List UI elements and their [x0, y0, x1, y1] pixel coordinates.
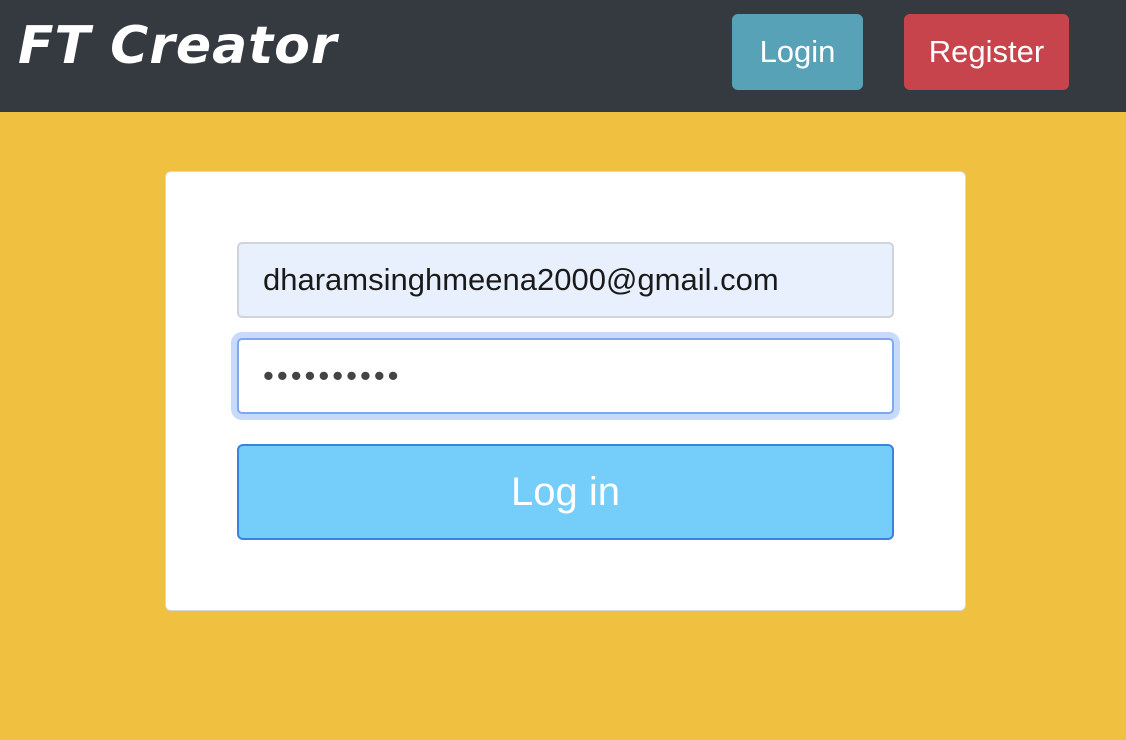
- password-field[interactable]: [237, 338, 894, 414]
- brand-logo[interactable]: FT Creator: [18, 14, 338, 78]
- navbar: FT Creator Login Register: [0, 0, 1126, 112]
- login-card: Log in: [165, 171, 966, 611]
- email-field[interactable]: [237, 242, 894, 318]
- login-nav-button[interactable]: Login: [732, 14, 863, 90]
- register-nav-button[interactable]: Register: [904, 14, 1069, 90]
- login-submit-button[interactable]: Log in: [237, 444, 894, 540]
